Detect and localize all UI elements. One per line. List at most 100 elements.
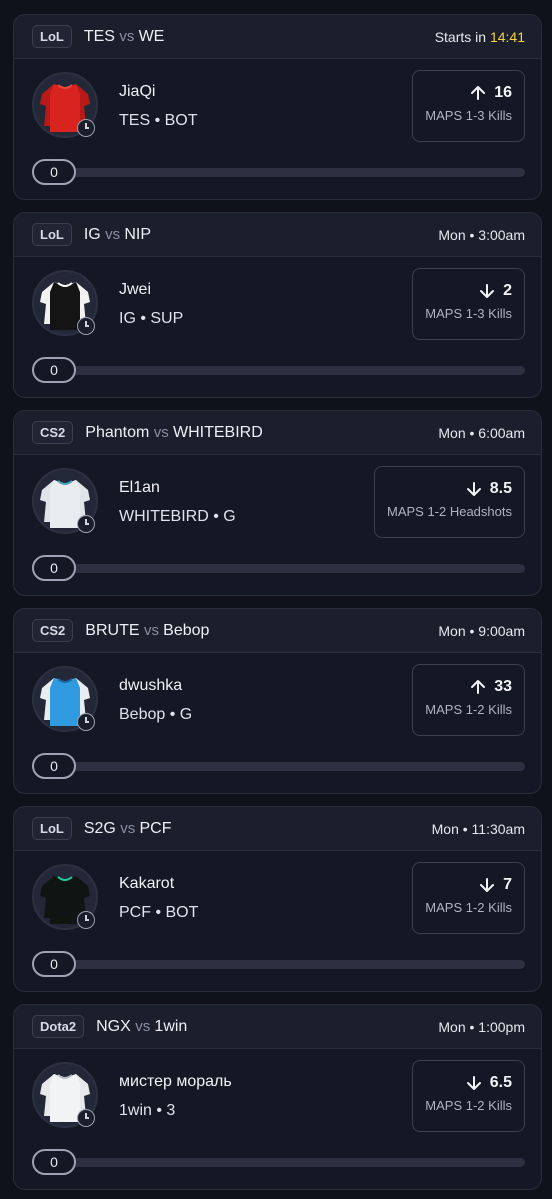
stat-line: 6.5 <box>425 1074 512 1092</box>
progress-count: 0 <box>32 1149 76 1175</box>
match-teams: NGX vs 1win <box>96 1018 187 1036</box>
stat-label: MAPS 1-2 Headshots <box>386 504 512 519</box>
player-team-position: TES • BOT <box>119 112 198 129</box>
player-team-position: PCF • BOT <box>119 904 199 921</box>
player-team-position: 1win • 3 <box>119 1102 176 1119</box>
player-name[interactable]: JiaQi <box>119 83 155 101</box>
line-value: 33 <box>494 678 512 695</box>
player-name[interactable]: Jwei <box>119 281 151 299</box>
clock-icon <box>77 1109 95 1127</box>
match-time: Starts in 14:41 <box>435 29 525 45</box>
prop-card[interactable]: CS2 Phantom vs WHITEBIRD Mon • 6:00am El… <box>13 410 542 596</box>
time-text: Starts in <box>434 28 490 45</box>
league-badge: CS2 <box>32 619 74 642</box>
stat-line-button[interactable]: 33 MAPS 1-2 Kills <box>412 664 525 736</box>
prop-card[interactable]: Dota2 NGX vs 1win Mon • 1:00pm мистер мо… <box>13 1004 542 1190</box>
match-header: CS2 BRUTE vs Bebop Mon • 9:00am <box>14 609 541 653</box>
time-text: Mon • 11:30am <box>431 820 525 837</box>
stat-label: MAPS 1-2 Kills <box>425 1098 512 1113</box>
prop-card[interactable]: LoL S2G vs PCF Mon • 11:30am Kakarot PCF… <box>13 806 542 992</box>
progress-track <box>62 168 525 177</box>
player-name[interactable]: Kakarot <box>119 875 174 893</box>
player-name[interactable]: El1an <box>119 479 160 497</box>
line-value: 2 <box>503 282 512 299</box>
clock-icon <box>77 713 95 731</box>
countdown: 14:41 <box>489 28 525 45</box>
team-a: BRUTE <box>85 621 140 639</box>
arrow-down-icon <box>480 284 495 298</box>
player-team-position: IG • SUP <box>119 310 184 327</box>
match-teams: IG vs NIP <box>84 226 151 244</box>
match-time: Mon • 11:30am <box>432 821 525 837</box>
stat-line-button[interactable]: 6.5 MAPS 1-2 Kills <box>412 1060 525 1132</box>
stat-line: 16 <box>425 84 512 102</box>
progress-count: 0 <box>32 357 76 383</box>
progress-bar: 0 <box>32 555 525 581</box>
stat-line: 33 <box>425 678 512 696</box>
time-text: Mon • 6:00am <box>438 424 525 441</box>
line-value: 7 <box>503 876 512 893</box>
line-value: 8.5 <box>489 480 512 497</box>
progress-bar: 0 <box>32 357 525 383</box>
league-badge: LoL <box>32 25 72 48</box>
team-b: 1win <box>154 1017 188 1035</box>
match-header: LoL TES vs WE Starts in 14:41 <box>14 15 541 59</box>
stat-line: 8.5 <box>387 480 512 498</box>
prop-card[interactable]: LoL IG vs NIP Mon • 3:00am Jwei IG • SUP <box>13 212 542 398</box>
team-a: Phantom <box>85 423 150 441</box>
arrow-down-icon <box>466 1076 481 1090</box>
progress-track <box>62 960 525 969</box>
stat-line: 7 <box>425 876 512 894</box>
match-time: Mon • 3:00am <box>438 227 525 243</box>
vs-label: vs <box>105 225 125 243</box>
progress-count: 0 <box>32 159 76 185</box>
clock-icon <box>77 119 95 137</box>
team-a: NGX <box>96 1017 131 1035</box>
vs-label: vs <box>120 819 140 837</box>
stat-label: MAPS 1-3 Kills <box>425 306 512 321</box>
team-b: Bebop <box>163 621 210 639</box>
league-badge: LoL <box>32 817 72 840</box>
time-text: Mon • 9:00am <box>438 622 525 639</box>
progress-track <box>62 1158 525 1167</box>
stat-line-button[interactable]: 2 MAPS 1-3 Kills <box>412 268 525 340</box>
match-time: Mon • 9:00am <box>438 623 525 639</box>
progress-track <box>62 564 525 573</box>
props-list: LoL TES vs WE Starts in 14:41 JiaQi TES … <box>0 0 552 1199</box>
vs-label: vs <box>143 621 164 639</box>
progress-count: 0 <box>32 555 76 581</box>
progress-bar: 0 <box>32 1149 525 1175</box>
team-b: WE <box>138 27 165 45</box>
vs-label: vs <box>153 423 173 441</box>
team-b: NIP <box>124 225 152 243</box>
player-name[interactable]: мистер мораль <box>119 1073 232 1091</box>
match-teams: Phantom vs WHITEBIRD <box>85 424 262 442</box>
player-team-position: Bebop • G <box>119 706 193 723</box>
prop-card[interactable]: LoL TES vs WE Starts in 14:41 JiaQi TES … <box>13 14 542 200</box>
team-a: IG <box>83 225 101 243</box>
stat-line-button[interactable]: 16 MAPS 1-3 Kills <box>412 70 525 142</box>
match-header: CS2 Phantom vs WHITEBIRD Mon • 6:00am <box>14 411 541 455</box>
progress-count: 0 <box>32 951 76 977</box>
vs-label: vs <box>119 27 139 45</box>
stat-line-button[interactable]: 8.5 MAPS 1-2 Headshots <box>373 466 525 538</box>
match-teams: TES vs WE <box>84 28 165 46</box>
match-time: Mon • 6:00am <box>438 425 525 441</box>
arrow-down-icon <box>480 878 495 892</box>
stat-label: MAPS 1-3 Kills <box>425 108 512 123</box>
stat-label: MAPS 1-2 Kills <box>425 900 512 915</box>
team-a: TES <box>83 27 115 45</box>
time-text: Mon • 1:00pm <box>438 1018 525 1035</box>
stat-line: 2 <box>425 282 512 300</box>
progress-count: 0 <box>32 753 76 779</box>
progress-bar: 0 <box>32 951 525 977</box>
stat-line-button[interactable]: 7 MAPS 1-2 Kills <box>412 862 525 934</box>
match-teams: BRUTE vs Bebop <box>85 622 209 640</box>
team-b: PCF <box>139 819 172 837</box>
match-header: LoL IG vs NIP Mon • 3:00am <box>14 213 541 257</box>
player-name[interactable]: dwushka <box>119 677 182 695</box>
prop-card[interactable]: CS2 BRUTE vs Bebop Mon • 9:00am dwushka … <box>13 608 542 794</box>
time-text: Mon • 3:00am <box>438 226 525 243</box>
line-value: 6.5 <box>489 1074 512 1091</box>
league-badge: Dota2 <box>32 1015 85 1038</box>
